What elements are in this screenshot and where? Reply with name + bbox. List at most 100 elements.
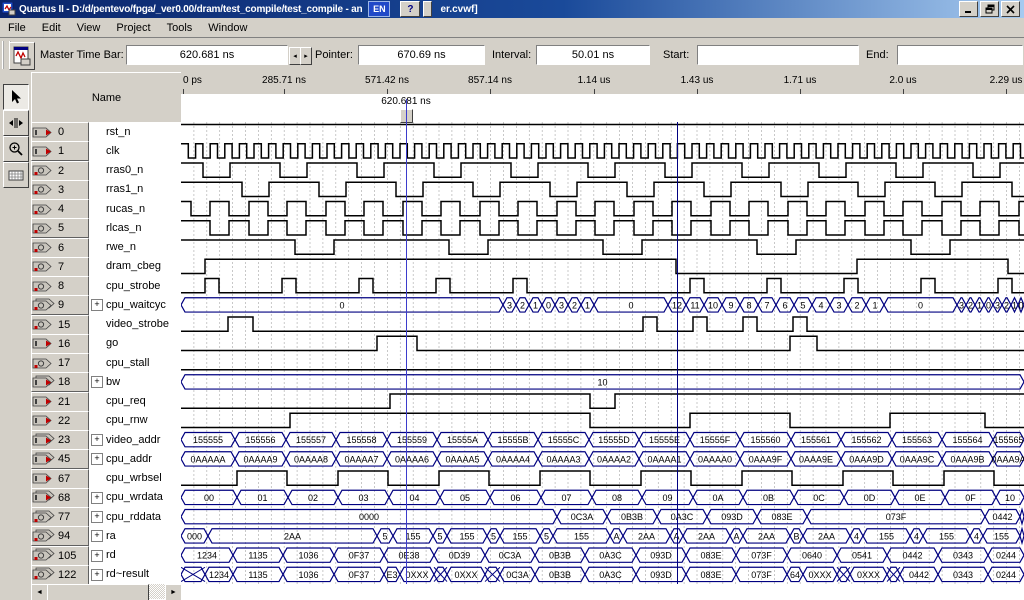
signal-row-cpu_wrdata: 68+cpu_wrdata xyxy=(31,488,181,507)
scrollbar-thumb[interactable] xyxy=(47,584,149,600)
signal-number-cell[interactable]: 21 xyxy=(31,392,89,412)
signal-number-cell[interactable]: 8 xyxy=(31,276,89,296)
signal-number-cell[interactable]: 17 xyxy=(31,353,89,373)
signal-name-cell[interactable]: rwe_n xyxy=(89,238,181,257)
scroll-right-button[interactable]: ► xyxy=(165,584,182,600)
signal-name-cell[interactable]: rst_n xyxy=(89,122,181,141)
menu-window[interactable]: Window xyxy=(200,20,255,36)
signal-name-cell[interactable]: video_strobe xyxy=(89,315,181,334)
signal-number-cell[interactable]: 122 xyxy=(31,565,89,584)
signal-name-cell[interactable]: cpu_stall xyxy=(89,353,181,372)
language-bar-grip[interactable] xyxy=(423,1,432,17)
signal-name-cell[interactable]: cpu_strobe xyxy=(89,276,181,295)
menu-project[interactable]: Project xyxy=(108,20,158,36)
signal-name-cell[interactable]: rras0_n xyxy=(89,161,181,180)
pointer-tool-icon xyxy=(7,88,25,106)
signal-number-cell[interactable]: 45 xyxy=(31,449,89,469)
signal-number-cell[interactable]: 7 xyxy=(31,257,89,277)
snap-grid-tool-button[interactable] xyxy=(3,162,29,188)
signal-number-cell[interactable]: 77 xyxy=(31,507,89,527)
signal-number-cell[interactable]: 3 xyxy=(31,180,89,200)
expand-button[interactable]: + xyxy=(91,511,103,523)
signal-number-cell[interactable]: 1 xyxy=(31,141,89,161)
signal-name-cell[interactable]: clk xyxy=(89,141,181,160)
signal-number-cell[interactable]: 15 xyxy=(31,315,89,335)
menu-view[interactable]: View xyxy=(69,20,109,36)
signal-number-cell[interactable]: 6 xyxy=(31,238,89,258)
signal-name-cell[interactable]: go xyxy=(89,334,181,353)
signal-name-cell[interactable]: cpu_req xyxy=(89,392,181,411)
bus-value-label: 11 xyxy=(690,300,699,310)
end-field[interactable] xyxy=(897,45,1023,65)
menu-edit[interactable]: Edit xyxy=(34,20,69,36)
signal-name-cell[interactable]: +ra xyxy=(89,526,181,545)
signal-number-cell[interactable]: 4 xyxy=(31,199,89,219)
waveform-svg: 0321032101211109876543210321032101015555… xyxy=(181,122,1024,584)
signal-name-cell[interactable]: cpu_wrbsel xyxy=(89,469,181,488)
signal-number-cell[interactable]: 105 xyxy=(31,546,89,566)
scroll-left-button[interactable]: ◄ xyxy=(31,584,48,600)
signal-name-cell[interactable]: +rd~result xyxy=(89,565,181,584)
bus-value-label: 155561 xyxy=(801,435,831,445)
signal-name-cell[interactable]: +cpu_addr xyxy=(89,449,181,468)
pointer-tool-button[interactable] xyxy=(3,84,29,110)
expand-button[interactable]: + xyxy=(91,299,103,311)
expand-button[interactable]: + xyxy=(91,453,103,465)
expand-button[interactable]: + xyxy=(91,569,103,581)
signal-name-cell[interactable]: +cpu_rddata xyxy=(89,507,181,526)
help-button[interactable]: ? xyxy=(400,1,420,17)
output-pin-icon xyxy=(32,163,56,178)
signal-number-cell[interactable]: 0 xyxy=(31,122,89,142)
expand-button[interactable]: + xyxy=(91,434,103,446)
master-time-spin-right[interactable]: ▸ xyxy=(300,47,312,65)
zoom-tool-button[interactable] xyxy=(3,136,29,162)
expand-button[interactable]: + xyxy=(91,492,103,504)
expand-button[interactable]: + xyxy=(91,550,103,562)
signal-name-cell[interactable]: rucas_n xyxy=(89,199,181,218)
close-button[interactable] xyxy=(1001,1,1020,17)
bus-value-label: 073F xyxy=(886,512,907,522)
signal-name-cell[interactable]: rlcas_n xyxy=(89,218,181,237)
signal-name-cell[interactable]: +video_addr xyxy=(89,430,181,449)
signal-number-cell[interactable]: 94 xyxy=(31,526,89,546)
expand-button[interactable]: + xyxy=(91,530,103,542)
restore-button[interactable] xyxy=(980,1,999,17)
quartus-window: Quartus II - D:/d/pentevo/fpga/_ver0.00/… xyxy=(0,0,1024,600)
expand-button[interactable]: + xyxy=(91,376,103,388)
signal-number-cell[interactable]: 2 xyxy=(31,161,89,181)
signal-number-cell[interactable]: 22 xyxy=(31,411,89,431)
signal-number: 77 xyxy=(58,511,70,523)
signal-name-cell[interactable]: +cpu_waitcyc xyxy=(89,295,181,314)
signal-number-cell[interactable]: 5 xyxy=(31,218,89,238)
signal-name-cell[interactable]: +bw xyxy=(89,372,181,391)
signal-name-cell[interactable]: +rd xyxy=(89,546,181,565)
signal-name-cell[interactable]: cpu_rnw xyxy=(89,411,181,430)
language-badge[interactable]: EN xyxy=(368,1,390,17)
signal-number-cell[interactable]: 68 xyxy=(31,488,89,508)
bus-value-label: 155558 xyxy=(346,435,376,445)
menu-tools[interactable]: Tools xyxy=(159,20,201,36)
names-horizontal-scrollbar[interactable]: ◄ ► xyxy=(31,584,181,599)
bus-value-label: 0000 xyxy=(359,512,379,522)
waveform-document-button[interactable] xyxy=(9,42,35,70)
input-pin-icon xyxy=(32,144,56,159)
signal-number-cell[interactable]: 16 xyxy=(31,334,89,354)
signal-row-cpu_waitcyc: 9+cpu_waitcyc xyxy=(31,295,181,314)
minimize-button[interactable] xyxy=(959,1,978,17)
menu-file[interactable]: File xyxy=(0,20,34,36)
signal-name-cell[interactable]: +cpu_wrdata xyxy=(89,488,181,507)
signal-number-cell[interactable]: 18 xyxy=(31,372,89,392)
signal-name-cell[interactable]: dram_cbeg xyxy=(89,257,181,276)
signal-number-cell[interactable]: 23 xyxy=(31,430,89,450)
signal-number-cell[interactable]: 9 xyxy=(31,295,89,315)
split-tool-button[interactable] xyxy=(3,110,29,136)
signal-row-bw: 18+bw xyxy=(31,372,181,391)
start-field[interactable] xyxy=(697,45,859,65)
signal-number-cell[interactable]: 67 xyxy=(31,469,89,489)
master-time-bar-field[interactable]: 620.681 ns xyxy=(126,45,288,65)
waveform-canvas[interactable]: 0321032101211109876543210321032101015555… xyxy=(181,122,1024,584)
bus-value-label: 2AA xyxy=(284,531,301,541)
signal-name-cell[interactable]: rras1_n xyxy=(89,180,181,199)
bus-value-label: 1036 xyxy=(298,551,318,561)
bus-value-label: 0AAAA0 xyxy=(698,454,732,464)
